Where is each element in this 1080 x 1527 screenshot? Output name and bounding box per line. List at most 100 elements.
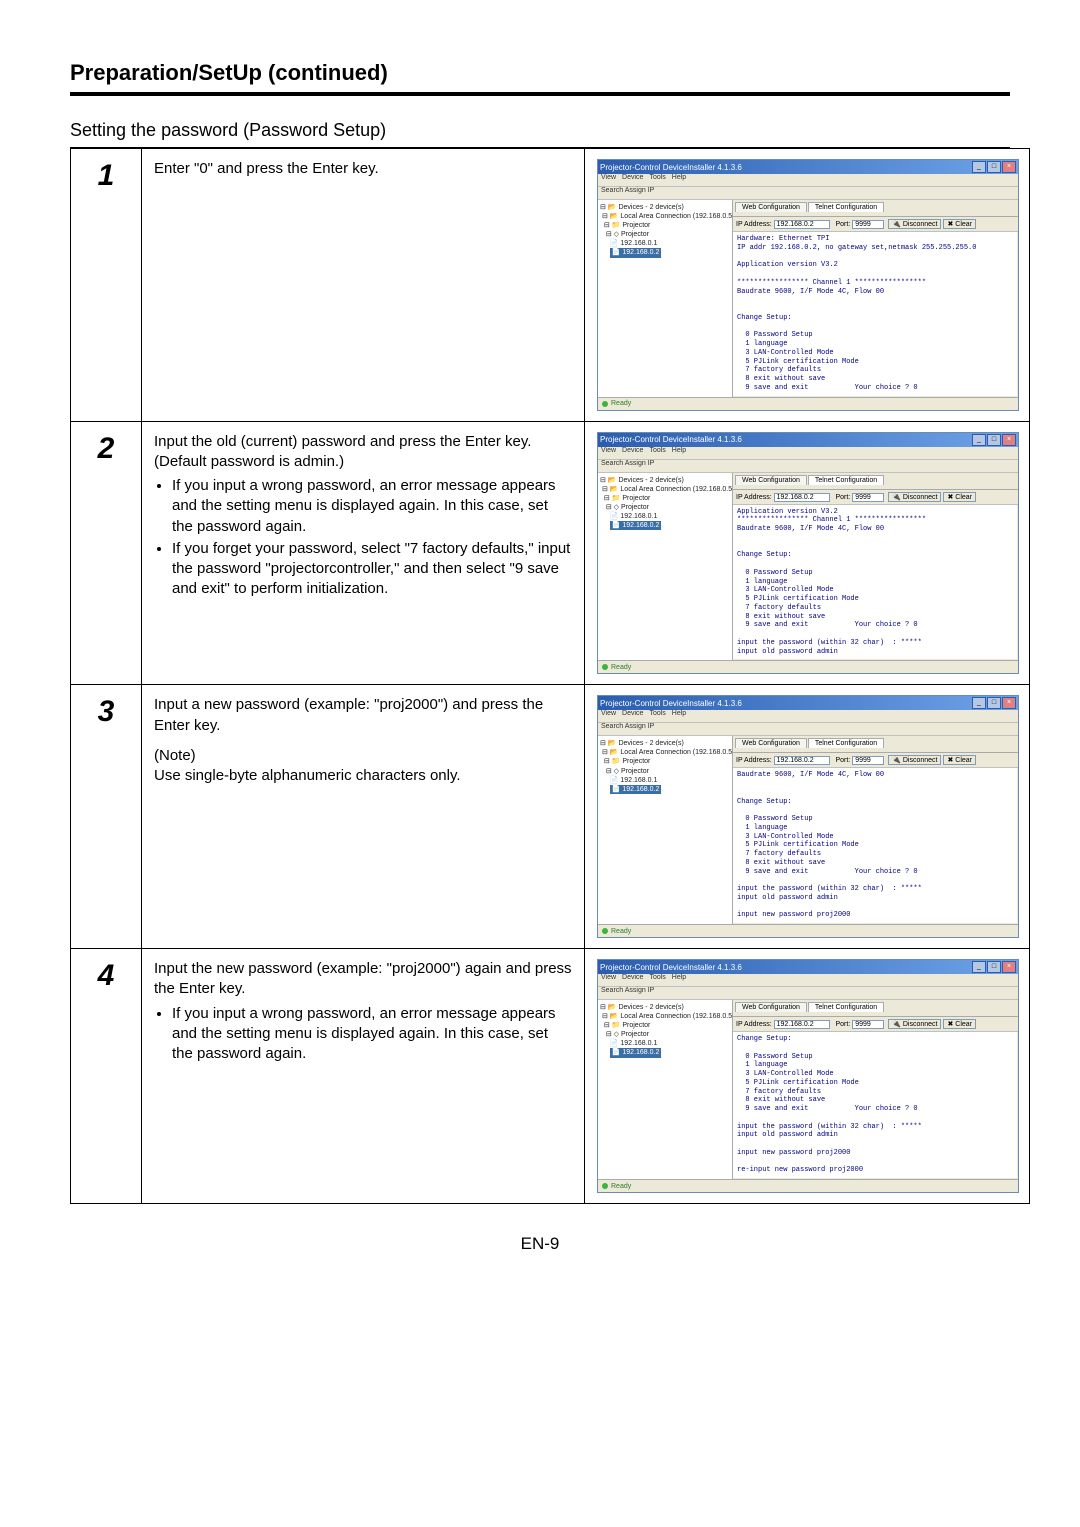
menu-item[interactable]: Device [622, 447, 643, 454]
menu-item[interactable]: Help [672, 447, 686, 454]
tab-telnet-config[interactable]: Telnet Configuration [808, 1002, 884, 1012]
telnet-terminal[interactable]: Change Setup: 0 Password Setup 1 languag… [733, 1032, 1018, 1179]
min-button[interactable]: _ [972, 161, 986, 173]
step-bullet: If you forget your password, select "7 f… [172, 539, 572, 600]
status-dot-icon [602, 1183, 608, 1189]
status-dot-icon [602, 401, 608, 407]
disconnect-button[interactable]: 🔌 Disconnect [888, 755, 941, 765]
telnet-terminal[interactable]: Application version V3.2 ***************… [733, 505, 1018, 661]
tree-selected-ip[interactable]: 📄 192.168.0.2 [610, 1048, 662, 1057]
step-screenshot-cell: Projector-Control DeviceInstaller 4.1.3.… [585, 685, 1030, 949]
telnet-terminal[interactable]: Baudrate 9600, I/F Mode 4C, Flow 00 Chan… [733, 768, 1018, 924]
clear-button[interactable]: ✖ Clear [943, 755, 976, 765]
window-title: Projector-Control DeviceInstaller 4.1.3.… [600, 699, 742, 708]
tab-web-config[interactable]: Web Configuration [735, 738, 807, 748]
menu-item[interactable]: Tools [649, 974, 665, 981]
step-row: 1Enter "0" and press the Enter key.Proje… [71, 149, 1030, 422]
port-field[interactable]: 9999 [852, 1020, 884, 1029]
device-tree[interactable]: ⊟ 📂 Devices - 2 device(s) ⊟ 📂 Local Area… [598, 736, 733, 924]
window-titlebar: Projector-Control DeviceInstaller 4.1.3.… [598, 433, 1018, 447]
menu-item[interactable]: Help [672, 710, 686, 717]
tab-web-config[interactable]: Web Configuration [735, 1002, 807, 1012]
tab-web-config[interactable]: Web Configuration [735, 202, 807, 212]
step-text: Input the old (current) password and pre… [154, 432, 572, 473]
ip-field[interactable]: 192.168.0.2 [774, 493, 830, 502]
tab-telnet-config[interactable]: Telnet Configuration [808, 202, 884, 212]
disconnect-button[interactable]: 🔌 Disconnect [888, 219, 941, 229]
status-text: Ready [611, 664, 631, 671]
menu-bar: View Device Tools Help [598, 447, 1018, 459]
close-button[interactable]: × [1002, 697, 1016, 709]
clear-button[interactable]: ✖ Clear [943, 1019, 976, 1029]
ip-field[interactable]: 192.168.0.2 [774, 220, 830, 229]
status-bar: Ready [598, 1179, 1018, 1192]
menu-item[interactable]: View [601, 174, 616, 181]
tree-selected-ip[interactable]: 📄 192.168.0.2 [610, 521, 662, 530]
port-field[interactable]: 9999 [852, 756, 884, 765]
toolbar: Search Assign IP [598, 722, 1018, 736]
tree-selected-ip[interactable]: 📄 192.168.0.2 [610, 785, 662, 794]
toolbar: Search Assign IP [598, 986, 1018, 1000]
menu-item[interactable]: Help [672, 974, 686, 981]
menu-item[interactable]: View [601, 710, 616, 717]
max-button[interactable]: □ [987, 161, 1001, 173]
menu-item[interactable]: Device [622, 710, 643, 717]
max-button[interactable]: □ [987, 697, 1001, 709]
window-title: Projector-Control DeviceInstaller 4.1.3.… [600, 163, 742, 172]
telnet-terminal[interactable]: Hardware: Ethernet TPI IP addr 192.168.0… [733, 232, 1018, 397]
step-screenshot-cell: Projector-Control DeviceInstaller 4.1.3.… [585, 149, 1030, 422]
menu-item[interactable]: Device [622, 174, 643, 181]
ip-label: IP Address: [736, 221, 772, 228]
min-button[interactable]: _ [972, 697, 986, 709]
device-tree[interactable]: ⊟ 📂 Devices - 2 device(s) ⊟ 📂 Local Area… [598, 1000, 733, 1179]
port-field[interactable]: 9999 [852, 493, 884, 502]
menu-item[interactable]: View [601, 974, 616, 981]
clear-button[interactable]: ✖ Clear [943, 492, 976, 502]
tree-selected-ip[interactable]: 📄 192.168.0.2 [610, 248, 662, 257]
menu-item[interactable]: Tools [649, 447, 665, 454]
config-tabs: Web ConfigurationTelnet Configuration [733, 473, 1018, 490]
header-rule [70, 92, 1010, 96]
disconnect-button[interactable]: 🔌 Disconnect [888, 1019, 941, 1029]
step-bullet: If you input a wrong password, an error … [172, 1004, 572, 1065]
app-window: Projector-Control DeviceInstaller 4.1.3.… [597, 959, 1019, 1193]
status-text: Ready [611, 400, 631, 407]
disconnect-button[interactable]: 🔌 Disconnect [888, 492, 941, 502]
toolbar: Search Assign IP [598, 459, 1018, 473]
note-label: (Note) [154, 746, 572, 766]
menu-item[interactable]: Device [622, 974, 643, 981]
ip-field[interactable]: 192.168.0.2 [774, 756, 830, 765]
device-tree[interactable]: ⊟ 📂 Devices - 2 device(s) ⊟ 📂 Local Area… [598, 200, 733, 397]
status-text: Ready [611, 1183, 631, 1190]
page-subtitle: Setting the password (Password Setup) [70, 120, 1010, 141]
step-bullets: If you input a wrong password, an error … [154, 1004, 572, 1065]
close-button[interactable]: × [1002, 161, 1016, 173]
clear-button[interactable]: ✖ Clear [943, 219, 976, 229]
tab-web-config[interactable]: Web Configuration [735, 475, 807, 485]
step-bullet: If you input a wrong password, an error … [172, 476, 572, 537]
port-label: Port: [835, 221, 850, 228]
menu-item[interactable]: Tools [649, 710, 665, 717]
status-bar: Ready [598, 660, 1018, 673]
step-number: 3 [71, 685, 142, 949]
close-button[interactable]: × [1002, 961, 1016, 973]
connection-toolbar: IP Address: 192.168.0.2 Port: 9999 🔌 Dis… [733, 753, 1018, 768]
tab-telnet-config[interactable]: Telnet Configuration [808, 738, 884, 748]
page-header: Preparation/SetUp (continued) [70, 60, 1010, 86]
status-dot-icon [602, 928, 608, 934]
window-title: Projector-Control DeviceInstaller 4.1.3.… [600, 435, 742, 444]
min-button[interactable]: _ [972, 961, 986, 973]
menu-item[interactable]: Tools [649, 174, 665, 181]
max-button[interactable]: □ [987, 961, 1001, 973]
min-button[interactable]: _ [972, 434, 986, 446]
menu-item[interactable]: Help [672, 174, 686, 181]
device-tree[interactable]: ⊟ 📂 Devices - 2 device(s) ⊟ 📂 Local Area… [598, 473, 733, 661]
max-button[interactable]: □ [987, 434, 1001, 446]
port-field[interactable]: 9999 [852, 220, 884, 229]
tab-telnet-config[interactable]: Telnet Configuration [808, 475, 884, 485]
close-button[interactable]: × [1002, 434, 1016, 446]
connection-toolbar: IP Address: 192.168.0.2 Port: 9999 🔌 Dis… [733, 490, 1018, 505]
app-window: Projector-Control DeviceInstaller 4.1.3.… [597, 432, 1019, 675]
menu-item[interactable]: View [601, 447, 616, 454]
ip-field[interactable]: 192.168.0.2 [774, 1020, 830, 1029]
